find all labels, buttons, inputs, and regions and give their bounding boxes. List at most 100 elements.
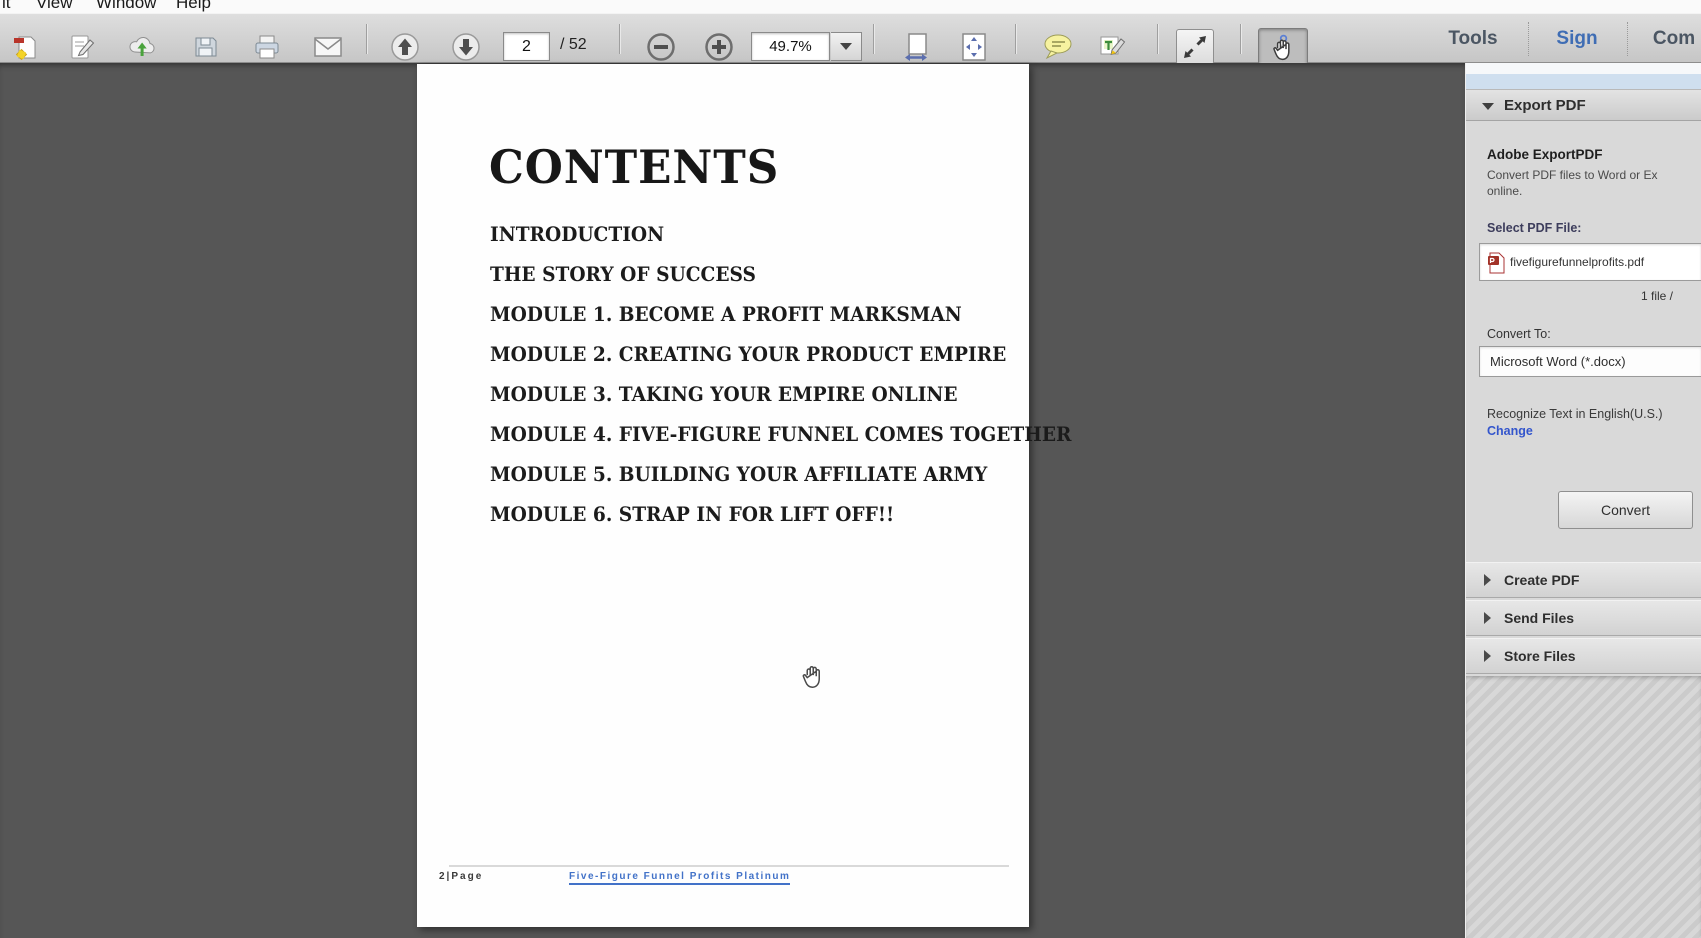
fit-page-button[interactable] [956,30,992,64]
edit-pen-icon [68,33,96,61]
page-number-input-box [503,32,550,61]
main-toolbar: / 52 49.7% [0,13,1701,63]
store-files-section-header[interactable]: Store Files [1466,638,1701,674]
zoom-in-button[interactable] [701,30,737,64]
toc-entry: MODULE 6. STRAP IN FOR LIFT OFF!! [490,502,894,526]
cloud-upload-button[interactable] [124,30,160,64]
menu-item-help[interactable]: Help [176,0,211,13]
acrobat-window: it View Window Help [0,0,1701,938]
export-pdf-title: Adobe ExportPDF [1487,147,1603,162]
store-files-section-label: Store Files [1504,639,1576,673]
toc-entry: MODULE 1. BECOME A PROFIT MARKSMAN [490,302,962,326]
page-title: CONTENTS [489,140,779,194]
menu-item-window[interactable]: Window [96,0,156,13]
toc-entry: MODULE 4. FIVE-FIGURE FUNNEL COMES TOGET… [490,422,1071,446]
page-up-icon [389,31,421,63]
toolbar-separator [1157,24,1158,54]
chevron-right-icon [1484,612,1491,624]
toolbar-separator [1240,24,1241,54]
panel-hatched-area [1466,676,1701,938]
speech-bubble-icon [1042,33,1074,61]
export-pdf-section-label: Export PDF [1504,90,1586,121]
toc-entry: THE STORY OF SUCCESS [490,262,756,286]
menu-item-view[interactable]: View [36,0,73,13]
save-button[interactable] [188,30,224,64]
panel-top-strip [1466,63,1701,74]
create-pdf-button[interactable] [8,30,44,64]
convert-to-label: Convert To: [1487,327,1551,341]
tools-panel: Export PDF Adobe ExportPDF Convert PDF f… [1465,63,1701,938]
highlight-text-icon [1098,33,1126,61]
highlight-text-button[interactable] [1094,30,1130,64]
selected-file-box[interactable]: fivefigurefunnelprofits.pdf [1479,243,1701,281]
fit-page-icon [960,32,988,62]
convert-button[interactable]: Convert [1558,491,1693,529]
chevron-right-icon [1484,650,1491,662]
change-language-link[interactable]: Change [1487,424,1533,438]
select-pdf-file-label: Select PDF File: [1487,221,1581,235]
footer-link[interactable]: Five-Figure Funnel Profits Platinum [569,871,790,885]
file-count-label: 1 file / [1641,289,1673,303]
fit-width-button[interactable] [899,30,935,64]
comment-button[interactable] [1040,30,1076,64]
hand-tool-button[interactable] [1258,28,1308,66]
menu-item-edit[interactable]: it [2,0,11,13]
tab-sign[interactable]: Sign [1540,14,1614,64]
email-button[interactable] [310,30,346,64]
document-view-area: CONTENTS INTRODUCTION THE STORY OF SUCCE… [0,63,1465,938]
previous-page-button[interactable] [387,30,423,64]
export-pdf-description-line2: online. [1487,184,1522,198]
chevron-down-icon [840,43,852,50]
minus-icon [645,31,677,63]
expand-arrows-icon [1181,33,1209,61]
menu-bar: it View Window Help [0,0,1701,13]
send-files-section-label: Send Files [1504,601,1574,635]
cloud-upload-icon [127,34,157,60]
footer-rule [449,865,1009,867]
print-icon [253,33,281,61]
save-icon [193,34,219,60]
create-pdf-section-header[interactable]: Create PDF [1466,562,1701,598]
page-count-label: / 52 [560,36,587,54]
pdf-page[interactable]: CONTENTS INTRODUCTION THE STORY OF SUCCE… [417,64,1029,927]
zoom-level-value[interactable]: 49.7% [751,32,830,61]
toolbar-separator [619,24,620,54]
zoom-out-button[interactable] [643,30,679,64]
toc-entry: INTRODUCTION [490,222,664,246]
page-down-icon [450,31,482,63]
fullscreen-button[interactable] [1176,29,1214,65]
tab-separator [1627,22,1628,56]
panel-blue-strip [1466,74,1701,89]
tab-comment[interactable]: Com [1642,14,1701,64]
tab-tools[interactable]: Tools [1434,14,1512,64]
export-pdf-description-line1: Convert PDF files to Word or Ex [1487,168,1658,182]
zoom-level-dropdown[interactable] [831,32,862,61]
envelope-icon [313,36,343,58]
toolbar-separator [1015,24,1016,54]
toc-entry: MODULE 5. BUILDING YOUR AFFILIATE ARMY [490,462,987,486]
toc-entry: MODULE 2. CREATING YOUR PRODUCT EMPIRE [490,342,1006,366]
chevron-right-icon [1484,574,1491,586]
toolbar-separator [873,24,874,54]
next-page-button[interactable] [448,30,484,64]
footer-page-label: 2|Page [439,871,483,882]
fill-sign-button[interactable] [64,30,100,64]
convert-format-value: Microsoft Word (*.docx) [1490,347,1626,376]
tab-separator [1528,22,1529,56]
fit-width-icon [903,32,931,62]
convert-format-dropdown[interactable]: Microsoft Word (*.docx) [1479,346,1701,377]
recognize-text-label: Recognize Text in English(U.S.) [1487,407,1663,421]
chevron-down-icon [1482,103,1494,110]
plus-icon [703,31,735,63]
page-number-input[interactable] [504,33,549,60]
toolbar-separator [366,24,367,54]
hand-tool-icon [1270,33,1296,61]
send-files-section-header[interactable]: Send Files [1466,600,1701,636]
selected-file-name: fivefigurefunnelprofits.pdf [1510,244,1644,280]
export-pdf-section-header[interactable]: Export PDF [1466,89,1701,121]
toc-entry: MODULE 3. TAKING YOUR EMPIRE ONLINE [490,382,958,406]
pdf-file-icon [1487,252,1505,274]
print-button[interactable] [249,30,285,64]
create-pdf-icon [12,33,40,61]
create-pdf-section-label: Create PDF [1504,563,1579,597]
